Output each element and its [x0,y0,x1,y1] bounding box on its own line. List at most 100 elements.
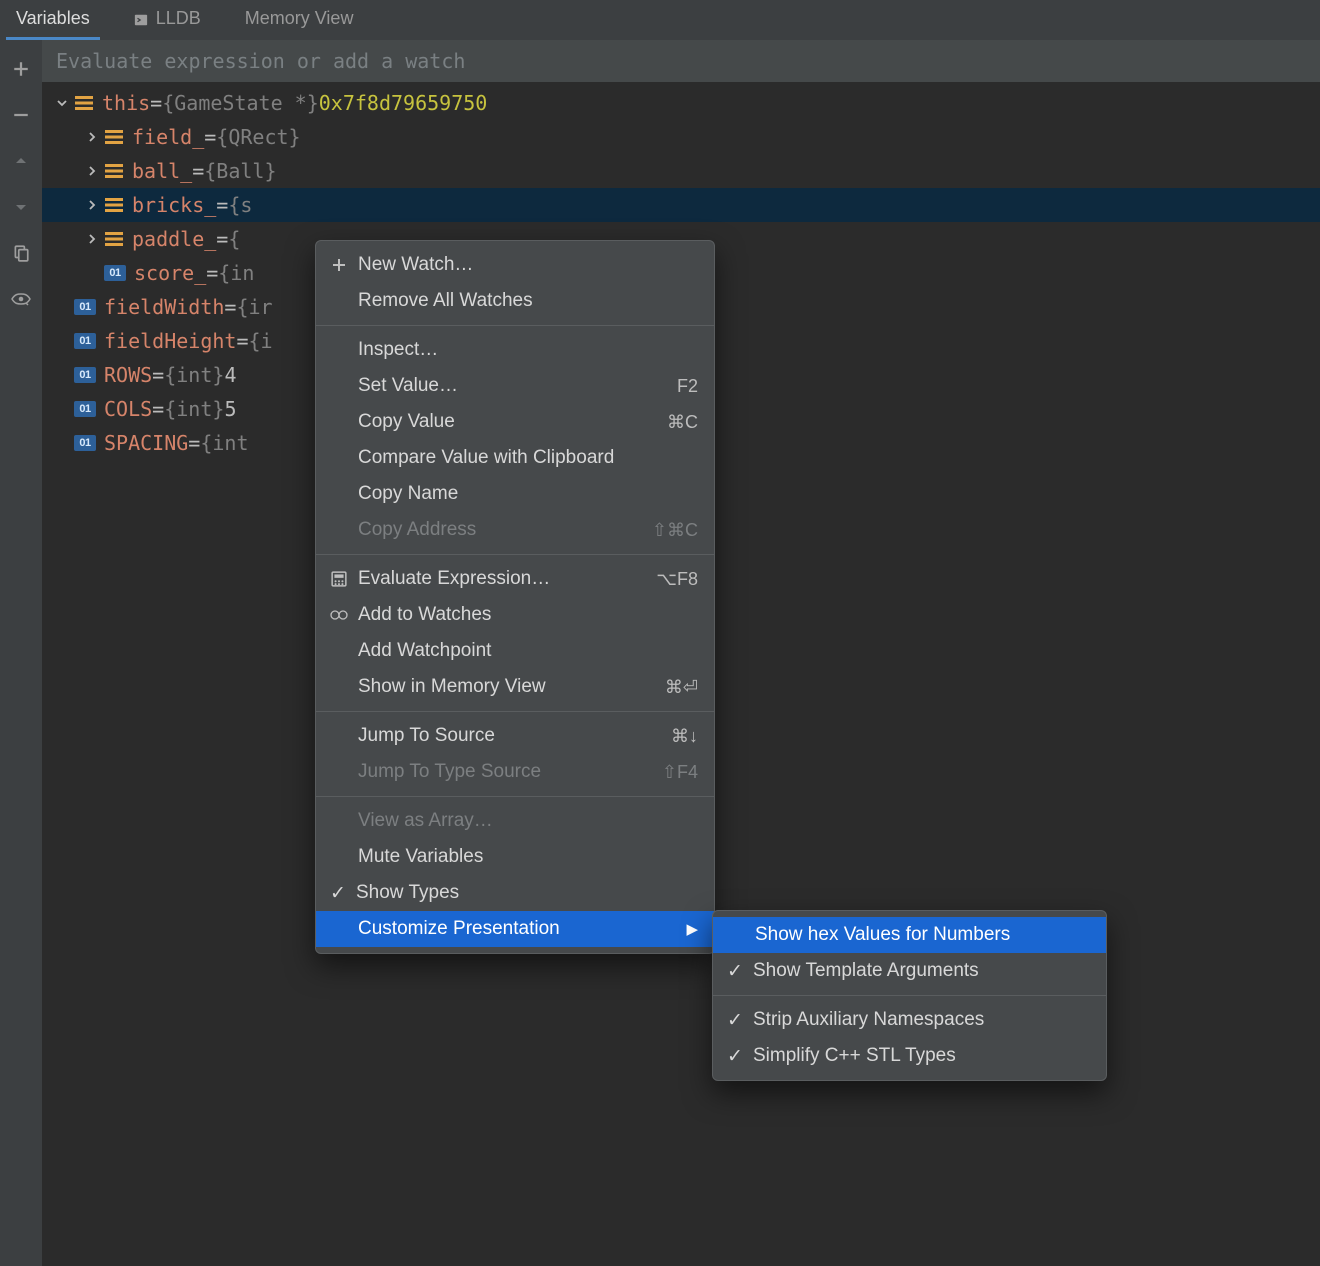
tab-memory-view[interactable]: Memory View [235,0,364,40]
check-icon: ✓ [721,1045,749,1068]
menu-item-label: Show hex Values for Numbers [755,924,1090,946]
primitive-icon: 01 [104,265,126,281]
tab-label: Variables [16,8,90,29]
menu-item: Jump To Type Source⇧F4 [316,754,714,790]
menu-item[interactable]: Add Watchpoint [316,633,714,669]
variable-type: {GameState *} [162,86,319,120]
menu-item-label: Strip Auxiliary Namespaces [753,1009,1090,1031]
tab-variables[interactable]: Variables [6,0,100,40]
struct-icon [104,198,124,212]
chevron-right-icon[interactable] [84,234,100,244]
menu-item[interactable]: Set Value…F2 [316,368,714,404]
variable-type: {in [218,256,254,290]
move-up-button[interactable] [8,148,34,174]
equals-sign: = [236,324,248,358]
variable-name: ball_ [132,154,192,188]
variable-name: this [102,86,150,120]
menu-item-label: Simplify C++ STL Types [753,1045,1090,1067]
menu-item[interactable]: ✓Show Template Arguments [713,953,1106,989]
menu-shortcut: F2 [677,376,698,397]
menu-item: Copy Address⇧⌘C [316,512,714,548]
equals-sign: = [216,222,228,256]
menu-item[interactable]: Copy Name [316,476,714,512]
menu-item-label: Remove All Watches [358,290,698,312]
show-watches-button[interactable] [8,286,34,312]
menu-item[interactable]: Remove All Watches [316,283,714,319]
chevron-right-icon[interactable] [84,132,100,142]
menu-item[interactable]: Compare Value with Clipboard [316,440,714,476]
variable-type: {ir [236,290,272,324]
variable-name: ROWS [104,358,152,392]
variables-toolbar [0,40,42,1266]
menu-item[interactable]: Inspect… [316,332,714,368]
variable-type: {Ball} [204,154,276,188]
variable-row[interactable]: ball_ = {Ball} [42,154,1320,188]
menu-item[interactable]: Show hex Values for Numbers [713,917,1106,953]
menu-item-label: Copy Address [358,519,648,541]
variable-name: COLS [104,392,152,426]
chevron-down-icon[interactable] [54,98,70,108]
tab-label: LLDB [156,8,201,29]
struct-icon [104,130,124,144]
menu-item[interactable]: ✓Show Types [316,875,714,911]
variable-name: fieldWidth [104,290,224,324]
menu-item-label: Set Value… [358,375,673,397]
variable-row[interactable]: this = {GameState *} 0x7f8d79659750 [42,86,1320,120]
move-down-button[interactable] [8,194,34,220]
menu-separator [316,711,714,712]
equals-sign: = [216,188,228,222]
chevron-right-icon[interactable] [84,166,100,176]
menu-item-label: Show in Memory View [358,676,661,698]
variable-row[interactable]: bricks_ = {s [42,188,1320,222]
remove-watch-button[interactable] [8,102,34,128]
menu-item-label: New Watch… [358,254,698,276]
debugger-main: this = {GameState *} 0x7f8d79659750field… [0,40,1320,1266]
variable-type: {QRect} [216,120,300,154]
check-icon: ✓ [721,960,749,983]
watches-icon [324,609,354,621]
menu-item-label: Inspect… [358,339,698,361]
primitive-icon: 01 [74,299,96,315]
menu-item-label: Customize Presentation [358,918,682,940]
menu-item[interactable]: Mute Variables [316,839,714,875]
menu-item-label: Show Template Arguments [753,960,1090,982]
menu-item-label: Show Types [356,882,698,904]
menu-item[interactable]: Copy Value⌘C [316,404,714,440]
menu-item-label: Compare Value with Clipboard [358,447,698,469]
menu-item-label: Jump To Type Source [358,761,658,783]
variable-name: SPACING [104,426,188,460]
menu-item[interactable]: Customize Presentation▶ [316,911,714,947]
chevron-right-icon[interactable] [84,200,100,210]
equals-sign: = [204,120,216,154]
variable-name: bricks_ [132,188,216,222]
duplicate-button[interactable] [8,240,34,266]
variable-value: 5 [224,392,236,426]
check-icon: ✓ [721,1009,749,1032]
menu-separator [316,325,714,326]
add-watch-button[interactable] [8,56,34,82]
equals-sign: = [152,358,164,392]
menu-shortcut: ⌥F8 [656,569,698,590]
variable-row[interactable]: field_ = {QRect} [42,120,1320,154]
menu-shortcut: ⇧⌘C [652,520,698,541]
menu-item[interactable]: Jump To Source⌘↓ [316,718,714,754]
struct-icon [74,96,94,110]
menu-item-label: Evaluate Expression… [358,568,652,590]
equals-sign: = [192,154,204,188]
variable-type: {int} [164,392,224,426]
struct-icon [104,232,124,246]
menu-item[interactable]: ✓Strip Auxiliary Namespaces [713,1002,1106,1038]
menu-shortcut: ⌘↓ [671,726,698,747]
variable-type: {int [200,426,248,460]
menu-item[interactable]: Add to Watches [316,597,714,633]
equals-sign: = [206,256,218,290]
variables-panel: this = {GameState *} 0x7f8d79659750field… [42,40,1320,1266]
menu-item[interactable]: New Watch… [316,247,714,283]
variable-name: fieldHeight [104,324,236,358]
menu-item[interactable]: ✓Simplify C++ STL Types [713,1038,1106,1074]
watch-expression-input[interactable] [42,40,1320,82]
tab-lldb[interactable]: LLDB [124,0,211,40]
menu-item[interactable]: Evaluate Expression…⌥F8 [316,561,714,597]
primitive-icon: 01 [74,333,96,349]
menu-item[interactable]: Show in Memory View⌘⏎ [316,669,714,705]
